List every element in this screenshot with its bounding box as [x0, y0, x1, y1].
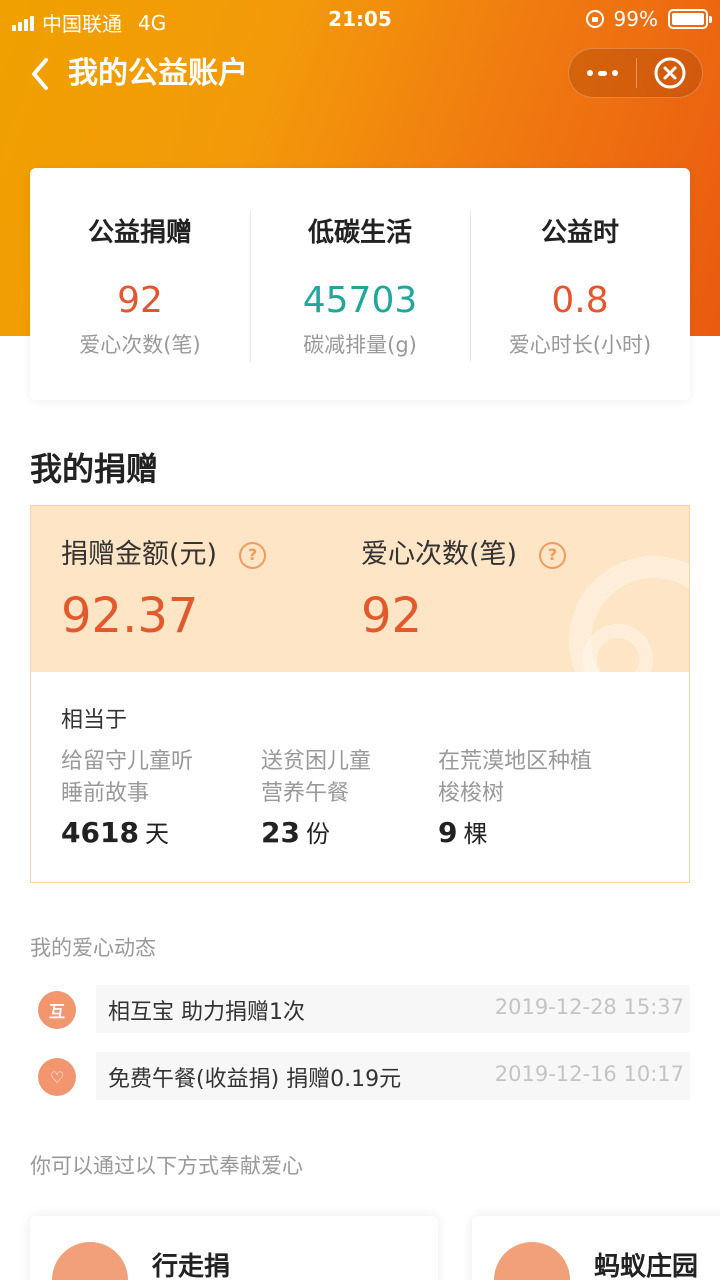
equivalent-desc: 睡前故事	[61, 781, 150, 806]
equivalent-desc: 在荒漠地区种植	[438, 749, 593, 774]
mini-program-capsule	[568, 48, 703, 98]
donation-amount-label-row: 捐赠金额(元) ?	[61, 538, 267, 572]
activity-text: 免费午餐(收益捐) 捐赠0.19元	[108, 1067, 402, 1092]
ant-farm-icon	[494, 1242, 570, 1280]
activity-box: 免费午餐(收益捐) 捐赠0.19元 2019-12-16 10:17	[96, 1052, 690, 1100]
activity-time: 2019-12-16 10:17	[494, 1062, 684, 1086]
equivalent-desc: 给留守儿童听	[61, 749, 194, 774]
close-circle-icon	[654, 57, 685, 89]
summary-title: 公益捐赠	[87, 218, 192, 248]
summary-sub: 爱心次数(笔)	[79, 333, 201, 357]
status-right: 99%	[585, 7, 712, 31]
ways-title: 你可以通过以下方式奉献爱心	[30, 1154, 303, 1178]
way-name: 蚂蚁庄园	[594, 1252, 699, 1280]
activity-item[interactable]: ♡ 免费午餐(收益捐) 捐赠0.19元 2019-12-16 10:17	[30, 1052, 690, 1100]
close-miniapp-button[interactable]	[637, 49, 702, 97]
donation-highlight: 捐赠金额(元) ? 92.37 爱心次数(笔) ? 92	[31, 506, 689, 672]
activity-text: 相互宝 助力捐赠1次	[108, 1000, 305, 1025]
battery-label: 99%	[613, 7, 658, 31]
way-card-ant-farm[interactable]: 蚂蚁庄园	[472, 1216, 720, 1280]
donation-amount-stat: 捐赠金额(元) ? 92.37	[61, 538, 267, 644]
equivalent-unit: 份	[305, 820, 330, 848]
equivalent-number: 23	[261, 816, 300, 849]
mutual-aid-icon: 互	[38, 991, 76, 1029]
equivalent-number-row: 9棵	[438, 814, 592, 849]
equivalent-desc: 送贫困儿童	[261, 749, 372, 774]
summary-low-carbon[interactable]: 低碳生活 45703 碳减排量(g)	[250, 168, 470, 400]
rotation-lock-icon	[585, 10, 604, 28]
equivalent-number: 9	[438, 816, 458, 849]
equivalent-label: 相当于	[61, 708, 128, 733]
equivalent-unit: 天	[144, 820, 169, 848]
battery-icon	[668, 9, 712, 29]
chevron-left-icon	[32, 58, 48, 90]
activity-title: 我的爱心动态	[30, 936, 156, 960]
summary-value: 92	[117, 280, 163, 321]
summary-value: 45703	[302, 280, 418, 321]
donation-count-label: 爱心次数(笔)	[361, 539, 518, 570]
donation-count-label-row: 爱心次数(笔) ?	[361, 538, 567, 572]
donation-card: 捐赠金额(元) ? 92.37 爱心次数(笔) ? 92 相当于 给留守儿童听 …	[30, 505, 690, 883]
equivalent-desc: 梭梭树	[438, 781, 505, 806]
help-icon[interactable]: ?	[239, 541, 267, 569]
equivalent-unit: 棵	[463, 820, 488, 848]
summary-title: 低碳生活	[307, 218, 412, 248]
heart-icon: ♡	[38, 1058, 76, 1096]
page-title: 我的公益账户	[68, 56, 248, 91]
equivalent-item: 送贫困儿童 营养午餐 23 份	[261, 746, 371, 849]
way-card-walk-donate[interactable]: 行走捐	[30, 1216, 438, 1280]
help-icon[interactable]: ?	[539, 541, 567, 569]
equivalent-desc: 营养午餐	[261, 781, 350, 806]
donation-amount-label: 捐赠金额(元)	[61, 539, 218, 570]
summary-sub: 碳减排量(g)	[303, 333, 417, 357]
summary-volunteer-hours[interactable]: 公益时 0.8 爱心时长(小时)	[470, 168, 690, 400]
equivalent-item: 给留守儿童听 睡前故事 4618 天	[61, 746, 193, 849]
activity-time: 2019-12-28 15:37	[494, 995, 684, 1019]
donation-count-value: 92	[361, 588, 423, 644]
back-button[interactable]	[28, 54, 68, 94]
summary-card: 公益捐赠 92 爱心次数(笔) 低碳生活 45703 碳减排量(g) 公益时 0…	[30, 168, 690, 400]
equivalent-number-row: 23 份	[261, 814, 371, 849]
way-name: 行走捐	[152, 1252, 231, 1280]
donation-count-stat: 爱心次数(笔) ? 92	[361, 538, 567, 644]
summary-value: 0.8	[551, 280, 609, 321]
more-dot-icon	[612, 70, 618, 76]
summary-donation[interactable]: 公益捐赠 92 爱心次数(笔)	[30, 168, 250, 400]
summary-title: 公益时	[540, 218, 619, 248]
walk-donate-icon	[52, 1242, 128, 1280]
equivalent-item: 在荒漠地区种植 梭梭树 9棵	[438, 746, 592, 849]
summary-sub: 爱心时长(小时)	[508, 333, 652, 357]
donation-amount-value: 92.37	[61, 588, 199, 644]
more-dot-icon	[587, 70, 593, 76]
more-dot-icon	[598, 70, 607, 76]
more-button[interactable]	[569, 49, 636, 97]
status-bar: 中国联通 4G 21:05 99%	[0, 0, 720, 38]
equivalent-number-row: 4618 天	[61, 814, 193, 849]
equivalent-number: 4618	[61, 816, 139, 849]
activity-box: 相互宝 助力捐赠1次 2019-12-28 15:37	[96, 985, 690, 1033]
section-title-my-donation: 我的捐赠	[30, 450, 159, 488]
activity-item[interactable]: 互 相互宝 助力捐赠1次 2019-12-28 15:37	[30, 985, 690, 1033]
